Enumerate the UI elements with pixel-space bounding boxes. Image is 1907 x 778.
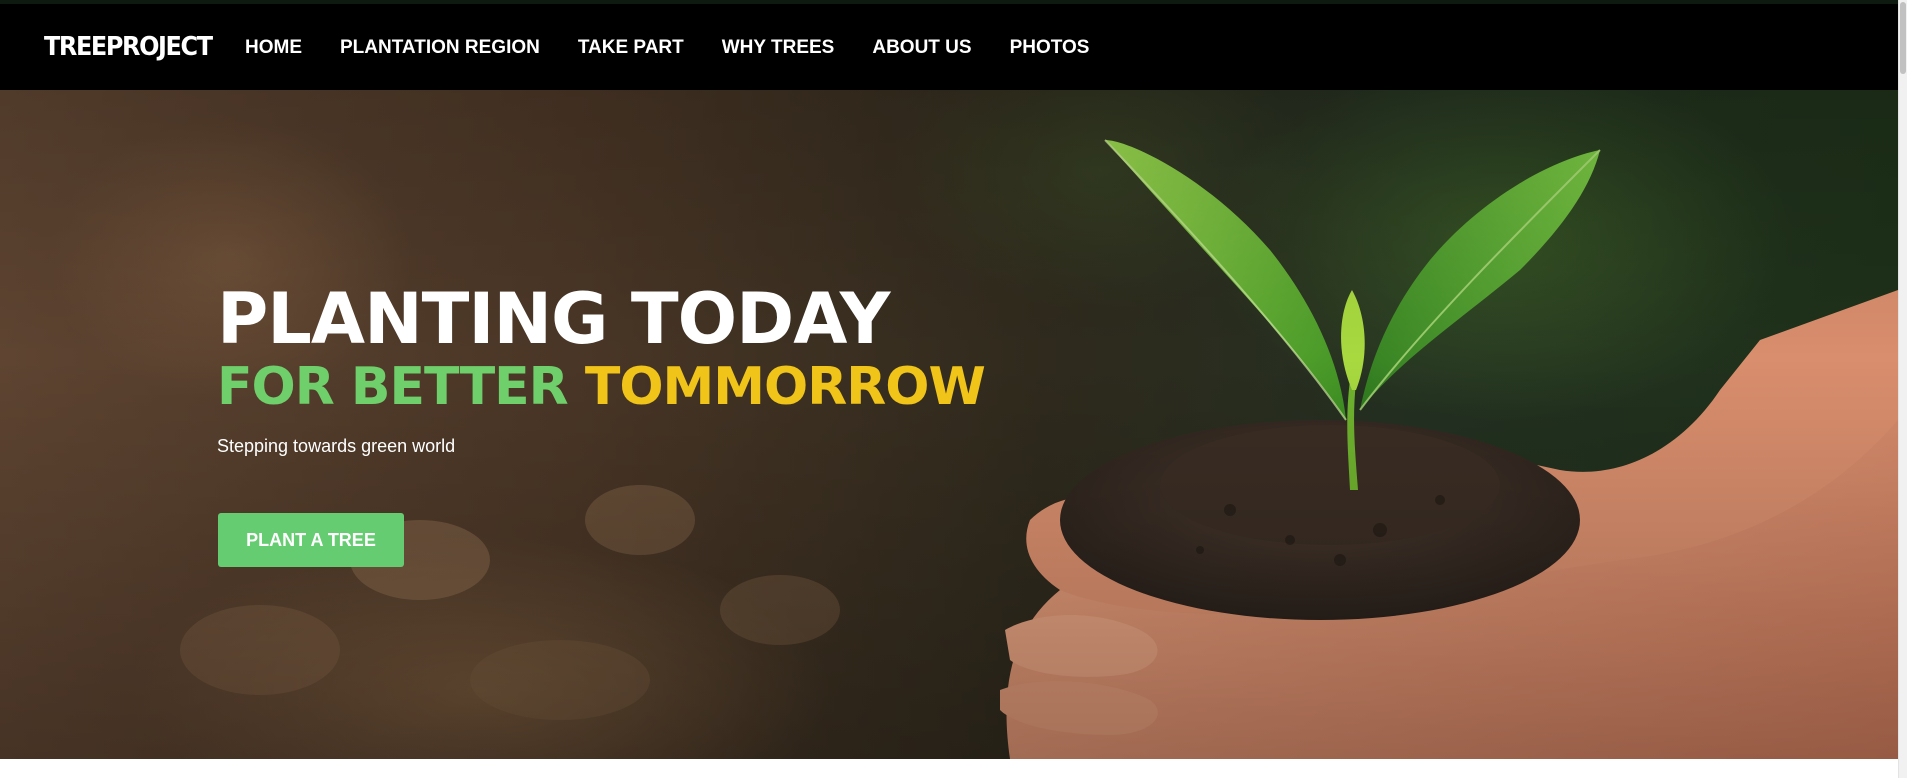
nav-link-home[interactable]: HOME bbox=[245, 37, 302, 59]
nav-link-why-trees[interactable]: WHY TREES bbox=[722, 37, 835, 59]
hero-section: PLANTING TODAY FOR BETTER TOMMORROW Step… bbox=[0, 90, 1898, 759]
hero-headline-line2: FOR BETTER TOMMORROW bbox=[217, 356, 986, 418]
page-scrollbar[interactable] bbox=[1898, 0, 1907, 778]
page: TREEPROJECT HOME PLANTATION REGION TAKE … bbox=[0, 0, 1907, 778]
hero-headline-yellow-text: TOMMORROW bbox=[584, 357, 986, 417]
nav-link-take-part[interactable]: TAKE PART bbox=[578, 37, 684, 59]
top-navbar: TREEPROJECT HOME PLANTATION REGION TAKE … bbox=[0, 0, 1898, 90]
plant-a-tree-button[interactable]: PLANT A TREE bbox=[218, 513, 404, 567]
hero-subtitle: Stepping towards green world bbox=[217, 436, 456, 456]
hero-headline-line1: PLANTING TODAY bbox=[217, 278, 890, 360]
hero-headline-green-text: FOR BETTER bbox=[217, 357, 569, 417]
nav-link-plantation-region[interactable]: PLANTATION REGION bbox=[340, 37, 540, 59]
scrollbar-thumb[interactable] bbox=[1900, 2, 1906, 74]
nav-link-about-us[interactable]: ABOUT US bbox=[872, 37, 971, 59]
hero-text-block: PLANTING TODAY FOR BETTER TOMMORROW Step… bbox=[217, 278, 986, 457]
nav-links: HOME PLANTATION REGION TAKE PART WHY TRE… bbox=[245, 37, 1127, 59]
site-logo[interactable]: TREEPROJECT bbox=[44, 32, 213, 62]
nav-link-photos[interactable]: PHOTOS bbox=[1010, 37, 1090, 59]
